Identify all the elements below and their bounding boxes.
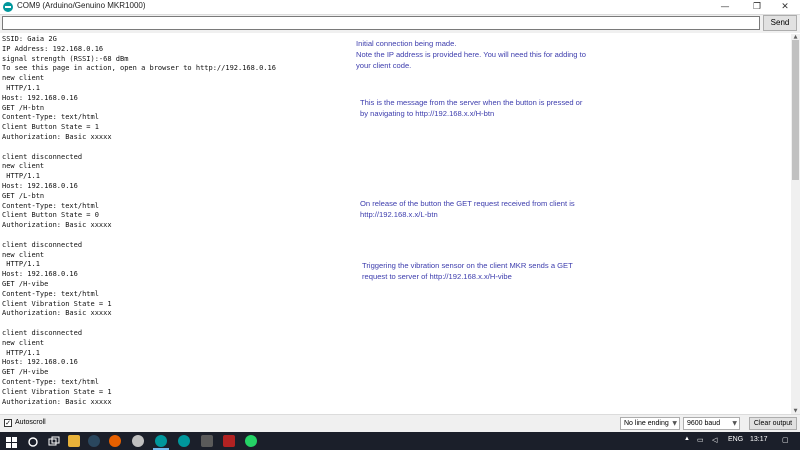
arduino-icon[interactable] (155, 435, 167, 447)
output-line: Client Vibration State = 1 (2, 299, 112, 308)
output-line: To see this page in action, open a brows… (2, 64, 276, 73)
output-line: GET /H-vibe (2, 368, 49, 377)
title-bar: COM9 (Arduino/Genuino MKR1000) — ❐ ✕ (0, 0, 800, 15)
output-line: Content-Type: text/html (2, 289, 99, 298)
autoscroll-checkbox[interactable]: ✓ (4, 419, 12, 427)
app-icon[interactable] (201, 435, 213, 447)
maximize-button[interactable]: ❐ (742, 0, 772, 14)
send-button[interactable]: Send (763, 15, 797, 31)
output-line: GET /L-btn (2, 191, 45, 200)
window-title: COM9 (Arduino/Genuino MKR1000) (17, 1, 146, 10)
serial-input[interactable] (2, 16, 760, 30)
line-ending-select[interactable]: No line ending ▼ (620, 417, 680, 430)
network-icon[interactable]: ▭ (697, 436, 704, 444)
chevron-down-icon: ▼ (672, 420, 677, 427)
taskbar: ▲ ▭ ◁ ENG 13:17 ▢ (0, 432, 800, 450)
annotation-button-pressed: This is the message from the server when… (360, 98, 583, 118)
output-line: new client (2, 162, 45, 171)
output-line: Content-Type: text/html (2, 378, 99, 386)
output-line: IP Address: 192.168.0.16 (2, 44, 104, 53)
scroll-thumb[interactable] (792, 40, 799, 180)
output-line: HTTP/1.1 (2, 348, 40, 357)
output-scrollbar[interactable]: ▲ ▼ (791, 34, 800, 414)
task-view-icon[interactable] (48, 435, 60, 447)
clock[interactable]: 13:17 (750, 436, 768, 443)
file-explorer-icon[interactable] (68, 435, 80, 447)
output-line: HTTP/1.1 (2, 260, 40, 269)
close-button[interactable]: ✕ (770, 0, 800, 14)
firefox-icon[interactable] (109, 435, 121, 447)
volume-icon[interactable]: ◁ (712, 436, 717, 444)
output-line: Authorization: Basic xxxxx (2, 133, 112, 141)
chrome-icon[interactable] (132, 435, 144, 447)
output-line: new client (2, 250, 45, 259)
output-line: Client Button State = 0 (2, 211, 99, 220)
output-line: Content-Type: text/html (2, 201, 99, 210)
tray-chevron-icon[interactable]: ▲ (684, 436, 690, 442)
serial-output: Authorization: Basic xxxxx Client Vibrati… (0, 34, 790, 414)
arduino-icon[interactable] (178, 435, 190, 447)
output-line: Client Vibration State = 1 (2, 387, 112, 396)
language-indicator[interactable]: ENG (728, 436, 743, 443)
minimize-button[interactable]: — (710, 0, 740, 14)
line-ending-value: No line ending (624, 420, 669, 427)
dota-icon[interactable] (223, 435, 235, 447)
steam-icon[interactable] (88, 435, 100, 447)
output-line: HTTP/1.1 (2, 84, 40, 92)
annotation-vibration-sensor: Triggering the vibration sensor on the c… (362, 261, 573, 281)
output-line: Authorization: Basic xxxxx (2, 309, 112, 318)
autoscroll-label: Autoscroll (15, 419, 46, 426)
output-line: HTTP/1.1 (2, 172, 40, 181)
bottom-bar: ✓ Autoscroll No line ending ▼ 9600 baud … (0, 414, 800, 433)
output-line: Client Button State = 1 (2, 123, 99, 132)
clear-output-button[interactable]: Clear output (749, 417, 797, 430)
output-line: new client (2, 74, 45, 83)
chevron-down-icon: ▼ (732, 420, 737, 427)
output-line: client disconnected (2, 240, 83, 249)
annotation-button-released: On release of the button the GET request… (360, 199, 575, 219)
annotation-initial-connection: Initial connection being made. Note the … (356, 39, 586, 70)
output-line: Host: 192.168.0.16 (2, 270, 78, 279)
output-line: GET /H-vibe (2, 280, 49, 288)
output-line: signal strength (RSSI):-68 dBm (2, 54, 129, 63)
output-line: client disconnected (2, 152, 83, 161)
output-line: Content-Type: text/html (2, 113, 99, 122)
send-row: Send (0, 15, 800, 33)
whatsapp-icon[interactable] (245, 435, 257, 447)
output-line: Host: 192.168.0.16 (2, 358, 78, 367)
notification-icon[interactable]: ▢ (782, 436, 789, 444)
output-line: Host: 192.168.0.16 (2, 182, 78, 190)
output-line: SSID: Gaia 2G (2, 35, 57, 43)
output-line: Authorization: Basic xxxxx (2, 397, 112, 406)
arduino-icon (3, 2, 13, 12)
output-line: GET /H-btn (2, 103, 45, 112)
output-line: Authorization: Basic xxxxx (2, 221, 112, 230)
baud-value: 9600 baud (687, 420, 721, 427)
windows-start-icon[interactable] (6, 435, 17, 448)
search-icon[interactable] (27, 435, 39, 447)
output-line: new client (2, 338, 45, 347)
output-line: client disconnected (2, 329, 83, 337)
baud-select[interactable]: 9600 baud ▼ (683, 417, 740, 430)
output-line: Host: 192.168.0.16 (2, 93, 78, 102)
